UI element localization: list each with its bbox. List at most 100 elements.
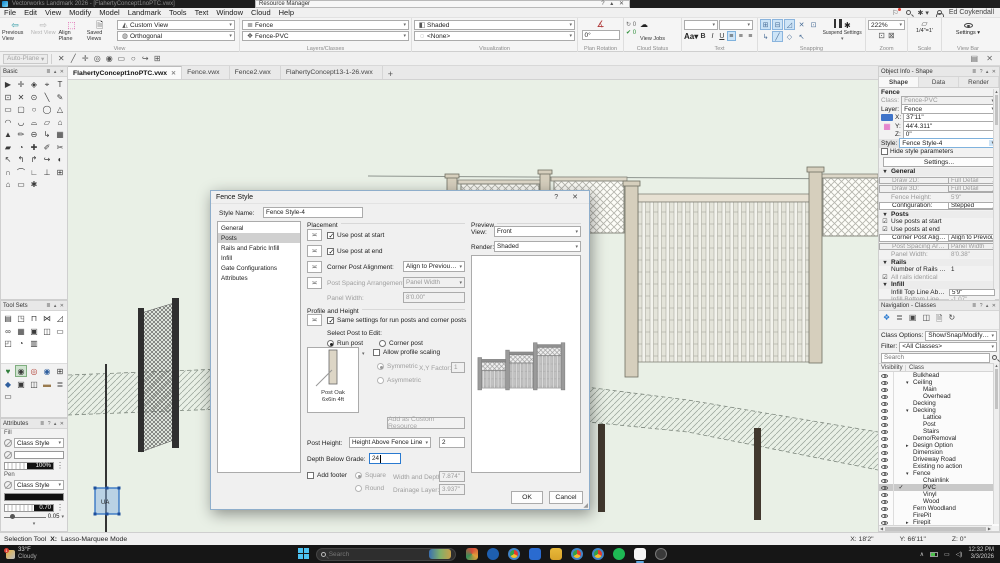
saved-views-button[interactable]: 🗎Saved Views — [87, 19, 113, 42]
tool-icon[interactable]: ↰ — [15, 153, 27, 165]
tool-icon[interactable]: ▶ — [2, 78, 14, 90]
post-height-field[interactable]: 2 — [439, 437, 465, 448]
oip-row[interactable]: Configuration: Stepped — [879, 202, 999, 210]
class-row[interactable]: ✓ PVC — [879, 484, 999, 491]
run-post-rad[interactable]: Run post — [327, 340, 363, 347]
visibility-eye-icon[interactable] — [881, 493, 888, 497]
visibility-eye-icon[interactable] — [881, 479, 888, 483]
more-icon[interactable]: ⋮ — [56, 503, 64, 512]
class-row[interactable]: FirePit — [879, 512, 999, 519]
tool-icon[interactable]: ▱ — [41, 116, 53, 128]
use-post-start-row[interactable]: Use post at start — [327, 232, 384, 239]
menu-item[interactable]: Landmark — [124, 8, 165, 17]
cancel-button[interactable]: Cancel — [549, 491, 583, 504]
menu-item[interactable]: Window — [212, 8, 247, 17]
tool-icon[interactable]: ↱ — [28, 153, 40, 165]
taskbar-app-icon[interactable] — [571, 548, 583, 560]
oip-row[interactable]: ☑ Use posts at start — [879, 218, 999, 226]
tool-set-icon[interactable]: ∞ — [2, 325, 14, 337]
taskbar-search[interactable] — [316, 548, 456, 561]
underline-button[interactable]: U — [717, 31, 726, 41]
tool-icon[interactable]: ✂ — [54, 141, 66, 153]
class-column-header[interactable]: Class — [905, 365, 924, 371]
tool-icon[interactable]: ◯ — [41, 103, 53, 115]
tool-set-icon[interactable]: ▣ — [28, 325, 40, 337]
no-fill-icon[interactable] — [4, 439, 12, 447]
mode-icon[interactable]: ⊞ — [151, 53, 163, 65]
battery-icon[interactable] — [930, 552, 938, 557]
oip-row[interactable]: Post Spacing Arrangem... Panel Width — [879, 243, 999, 251]
align-right-button[interactable]: ≡ — [746, 31, 755, 41]
round-rad[interactable]: Round — [355, 485, 384, 492]
post-spacing-select[interactable]: Panel Width▾ — [403, 277, 465, 288]
references-tab-icon[interactable]: 🗎 — [936, 313, 942, 327]
oip-row[interactable]: ▾ General — [879, 168, 999, 176]
dialog-control-icons[interactable]: ? ✕ — [554, 193, 584, 201]
viewbar-settings-button[interactable]: Settings ▾ — [944, 30, 992, 36]
plan-rotation-field[interactable]: 0° — [582, 30, 620, 40]
chevron-down-icon[interactable]: ▾ — [821, 36, 863, 42]
mode-icon[interactable]: ✛ — [79, 53, 91, 65]
tool-set-icon[interactable]: ⋈ — [41, 312, 53, 324]
tool-set-icon[interactable]: ▤ — [2, 312, 14, 324]
drainage-layer-field[interactable]: 3.937" — [439, 484, 465, 495]
dialog-nav-item[interactable]: Infill — [218, 253, 300, 263]
document-tab[interactable]: FlahertyConcept1noPTC.vwx ✕ — [68, 66, 182, 79]
taskbar-app-icon[interactable] — [508, 548, 520, 560]
menu-item[interactable]: Help — [275, 8, 298, 17]
snap-toggle-icon[interactable]: ◇ — [784, 31, 795, 42]
visibility-eye-icon[interactable] — [881, 465, 888, 469]
font-select[interactable]: ▾ — [684, 20, 718, 30]
dialog-nav-item[interactable]: Rails and Fabric Infill — [218, 243, 300, 253]
row-value[interactable]: Stepped — [948, 202, 994, 209]
tool-icon[interactable]: ✐ — [41, 141, 53, 153]
nav-hscrollbar[interactable]: ◀▶ — [879, 525, 992, 531]
visibility-eye-icon[interactable] — [881, 395, 888, 399]
tool-icon[interactable]: ⌓ — [28, 116, 40, 128]
tool-icon[interactable]: ↪ — [41, 153, 53, 165]
class-row[interactable]: Lattice — [879, 414, 999, 421]
visibility-eye-icon[interactable] — [881, 500, 888, 504]
tool-icon[interactable]: ╲ — [41, 91, 53, 103]
user-name[interactable]: Ed Coykendall — [949, 9, 994, 16]
scale-value[interactable]: 1/4"=1' — [910, 28, 939, 34]
tool-icon[interactable]: ⊞ — [54, 166, 66, 178]
row-value[interactable]: 1 — [949, 266, 995, 273]
class-row[interactable]: ▾ Fence — [879, 470, 999, 477]
resize-grip[interactable]: ◢ — [583, 502, 588, 509]
expand-arrow-icon[interactable]: ▾ — [906, 408, 912, 414]
tool-icon[interactable]: ↳ — [41, 128, 53, 140]
search-input[interactable] — [329, 551, 409, 558]
post-thumbnail[interactable]: Post Oak 6x6in 4ft — [307, 347, 359, 413]
snap-toggle-icon[interactable]: ✕ — [796, 19, 807, 30]
resource-manager-titlebar[interactable]: Resource Manager ? ▴ ✕ — [255, 0, 630, 8]
tool-icon[interactable]: ⌒ — [15, 166, 27, 178]
oip-row[interactable]: Fence Height: 5'9" — [879, 194, 999, 202]
menu-item[interactable]: Edit — [20, 8, 41, 17]
snap-toggle-icon[interactable]: ╱ — [772, 31, 783, 42]
snap-toggle-icon[interactable]: ◿ — [784, 19, 795, 30]
line-weight-slider[interactable] — [4, 517, 46, 518]
taskbar-app-icon[interactable] — [487, 548, 499, 560]
visibility-eye-icon[interactable] — [881, 514, 888, 518]
tray-chevron-icon[interactable]: ∧ — [920, 551, 924, 558]
visibility-eye-icon[interactable] — [881, 472, 888, 476]
class-row[interactable]: Stairs — [879, 428, 999, 435]
tool-icon[interactable]: ▰ — [2, 141, 14, 153]
tool-set-icon[interactable]: ◆ — [2, 378, 14, 390]
dock-control-icons[interactable]: ▤ ✕ — [971, 54, 1000, 63]
class-row[interactable]: Wood — [879, 498, 999, 505]
tool-icon[interactable]: △ — [54, 103, 66, 115]
taskbar-app-icon[interactable] — [613, 548, 625, 560]
pen-style-select[interactable]: Class Style▾ — [14, 480, 64, 490]
align-plane-button[interactable]: ⬚Align Plane — [58, 19, 84, 42]
palette-control-icons[interactable]: ≣ ▴ ✕ — [46, 69, 65, 75]
tool-icon[interactable]: ∩ — [2, 166, 14, 178]
fill-color-icon[interactable] — [4, 451, 12, 459]
class-row[interactable]: Fern Woodland — [879, 505, 999, 512]
dialog-nav-item[interactable]: Posts — [218, 233, 300, 243]
class-row[interactable]: Bulkhead — [879, 372, 999, 379]
class-row[interactable]: Decking — [879, 400, 999, 407]
visibility-eye-icon[interactable] — [881, 444, 888, 448]
tool-icon[interactable]: ◈ — [28, 78, 40, 90]
